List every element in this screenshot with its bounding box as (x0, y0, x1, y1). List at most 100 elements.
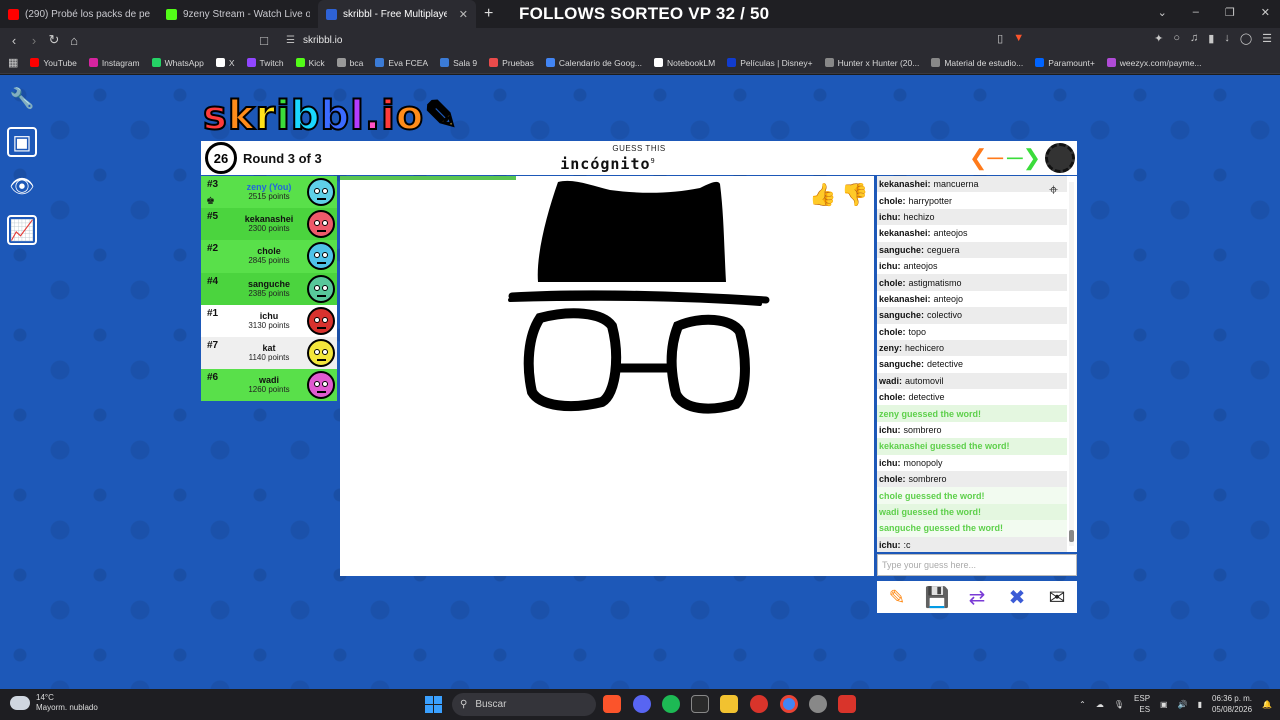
home-icon[interactable]: ⌂ (64, 33, 84, 48)
site-info-icon[interactable]: ☰ (286, 35, 295, 46)
new-tab-button[interactable]: + (476, 5, 501, 23)
no-draw-icon[interactable]: ✖ (1004, 584, 1030, 610)
player-row[interactable]: #6 wadi 1260 points (201, 369, 337, 402)
reload-icon[interactable]: ↻ (44, 32, 64, 48)
menu-icon[interactable]: ☰ (1262, 32, 1272, 45)
notification-bell-icon[interactable]: 🔔 (1262, 700, 1272, 709)
taskbar-search[interactable]: ⚲ Buscar (452, 693, 596, 716)
bookmark-icon[interactable]: □ (254, 33, 274, 48)
battery-icon[interactable]: ▮ (1198, 700, 1202, 709)
chevron-up-icon[interactable]: ⌃ (1079, 700, 1086, 709)
bookmark-item[interactable]: Material de estudio... (931, 58, 1023, 68)
bookmark-item[interactable]: X (215, 57, 235, 68)
shield-icon[interactable]: ◯ (1240, 32, 1252, 45)
swap-icon[interactable]: ⇄ (964, 584, 990, 610)
player-row[interactable]: #5 kekanashei 2300 points (201, 208, 337, 241)
weather-widget[interactable]: 14°C Mayorm. nublado (10, 693, 98, 713)
player-row[interactable]: #3 ♚ zeny (You) 2515 points (201, 176, 337, 209)
microphone-icon[interactable]: 🎙 (1114, 700, 1124, 709)
bookmark-item[interactable]: bca (336, 57, 364, 68)
mail-icon[interactable]: ✉ (1044, 584, 1070, 610)
bookmark-label: WhatsApp (164, 57, 204, 68)
epic-games-app-icon[interactable] (691, 695, 709, 713)
restore-icon[interactable]: ❐ (1225, 6, 1235, 19)
apps-icon[interactable]: ▦ (8, 56, 18, 69)
bookmark-item[interactable]: WhatsApp (151, 57, 204, 68)
bookmark-item[interactable]: Calendario de Goog... (545, 58, 642, 68)
player-row[interactable]: #7 kat 1140 points (201, 336, 337, 370)
bookmark-item[interactable]: Instagram (88, 58, 140, 68)
drawing-canvas[interactable]: 👍 👎 (340, 176, 874, 576)
wrench-icon[interactable]: 🔧 (7, 83, 37, 113)
toolbar-icons: ▯ ▼ ✦ ○ ♫ ▮ ↓ ◯ ☰ (997, 32, 1272, 45)
app-icon-red[interactable] (750, 695, 768, 713)
cloud-tray-icon[interactable]: ☁ (1096, 700, 1104, 709)
app-icon-active[interactable] (838, 695, 856, 713)
chevron-down-icon[interactable]: ⌄ (1158, 6, 1167, 19)
extensions-icon[interactable]: ✦ (1154, 32, 1163, 45)
file-explorer-app-icon[interactable] (720, 695, 738, 713)
player-info: wadi 1260 points (231, 375, 307, 395)
browser-tab[interactable]: (290) Probé los packs de pesca mas F (0, 0, 158, 28)
chat-scrollbar[interactable] (1069, 182, 1074, 546)
brave-shield-icon[interactable]: ▼ (1013, 32, 1024, 45)
player-row[interactable]: #1 ichu 3130 points (201, 304, 337, 337)
eye-icon[interactable]: 👁 (7, 171, 37, 201)
side-toolbar: 🔧 ▣ 👁 📈 (7, 83, 37, 245)
download-icon[interactable]: ↓ (1224, 32, 1230, 45)
vpn-icon[interactable]: ○ (1173, 32, 1180, 45)
bookmark-item[interactable]: Hunter x Hunter (20... (824, 58, 919, 68)
bookmark-item[interactable]: weezyx.com/payme... (1106, 58, 1202, 68)
minimize-icon[interactable]: – (1193, 6, 1199, 19)
start-icon[interactable] (425, 696, 442, 713)
system-clock[interactable]: 06:36 p. m. 05/08/2026 (1212, 693, 1252, 715)
chat-message: kekanashei: anteojo (877, 291, 1067, 307)
bookmark-item[interactable]: Eva FCEA (375, 58, 428, 68)
player-row[interactable]: #2 chole 2845 points (201, 240, 337, 273)
bookmark-item[interactable]: Películas | Disney+ (727, 58, 813, 68)
bookmark-item[interactable]: YouTube (30, 58, 77, 68)
sidebar-icon[interactable]: ▮ (1208, 32, 1214, 45)
network-icon[interactable]: ▣ (1160, 700, 1168, 709)
thumbs-down-icon[interactable]: 👎 (841, 182, 868, 208)
bookmark-item[interactable]: Pruebas (489, 58, 534, 68)
chat-text: detective (927, 359, 964, 370)
browser-tab[interactable]: 9zeny Stream - Watch Live on Kick (158, 0, 318, 28)
player-row[interactable]: #4 sanguche 2385 points (201, 272, 337, 305)
bookmark-label: bca (349, 57, 364, 68)
url-field[interactable]: ☰ skribbl.io (278, 31, 1002, 49)
bookmark-item[interactable]: Sala 9 (440, 58, 477, 68)
chart-icon[interactable]: 📈 (7, 215, 37, 245)
thumbs-up-icon[interactable]: 👍 (809, 182, 836, 208)
arrow-left-icon[interactable]: ❮─ (969, 147, 1003, 169)
input-language[interactable]: ESP ES (1134, 693, 1150, 715)
arrow-right-icon[interactable]: ─❯ (1007, 147, 1041, 169)
gallery-icon[interactable]: ▣ (7, 127, 37, 157)
spotify-app-icon[interactable] (662, 695, 680, 713)
music-icon[interactable]: ♫ (1190, 32, 1198, 45)
browser-tab[interactable]: skribbl - Free Multiplayer Drawin ✕ (318, 0, 476, 28)
chrome-app-icon[interactable] (780, 695, 798, 713)
pencil-icon[interactable]: ✎ (884, 584, 910, 610)
chat-text: monopoly (903, 457, 943, 468)
translate-icon[interactable]: ▯ (997, 32, 1003, 45)
bookmark-item[interactable]: Twitch (246, 58, 284, 68)
brave-app-icon[interactable] (603, 695, 621, 713)
bookmark-favicon-icon (654, 58, 664, 67)
bookmark-label: X (228, 57, 235, 68)
tab-title: 9zeny Stream - Watch Live on Kick (183, 8, 310, 20)
forward-icon[interactable]: › (24, 33, 44, 48)
volume-icon[interactable]: 🔊 (1178, 700, 1188, 709)
discord-app-icon[interactable] (633, 695, 651, 713)
player-avatar (307, 338, 335, 367)
back-icon[interactable]: ‹ (4, 33, 24, 48)
settings-gear-icon[interactable] (1045, 143, 1075, 173)
bookmark-item[interactable]: NotebookLM (654, 58, 715, 68)
close-icon[interactable]: ✕ (1261, 6, 1270, 19)
app-icon-gray[interactable] (809, 695, 827, 713)
bookmark-item[interactable]: Paramount+ (1035, 58, 1095, 68)
chat-input[interactable] (877, 554, 1077, 576)
close-tab-icon[interactable]: ✕ (459, 8, 468, 21)
save-icon[interactable]: 💾 (924, 584, 950, 610)
bookmark-item[interactable]: Kick (295, 58, 325, 68)
